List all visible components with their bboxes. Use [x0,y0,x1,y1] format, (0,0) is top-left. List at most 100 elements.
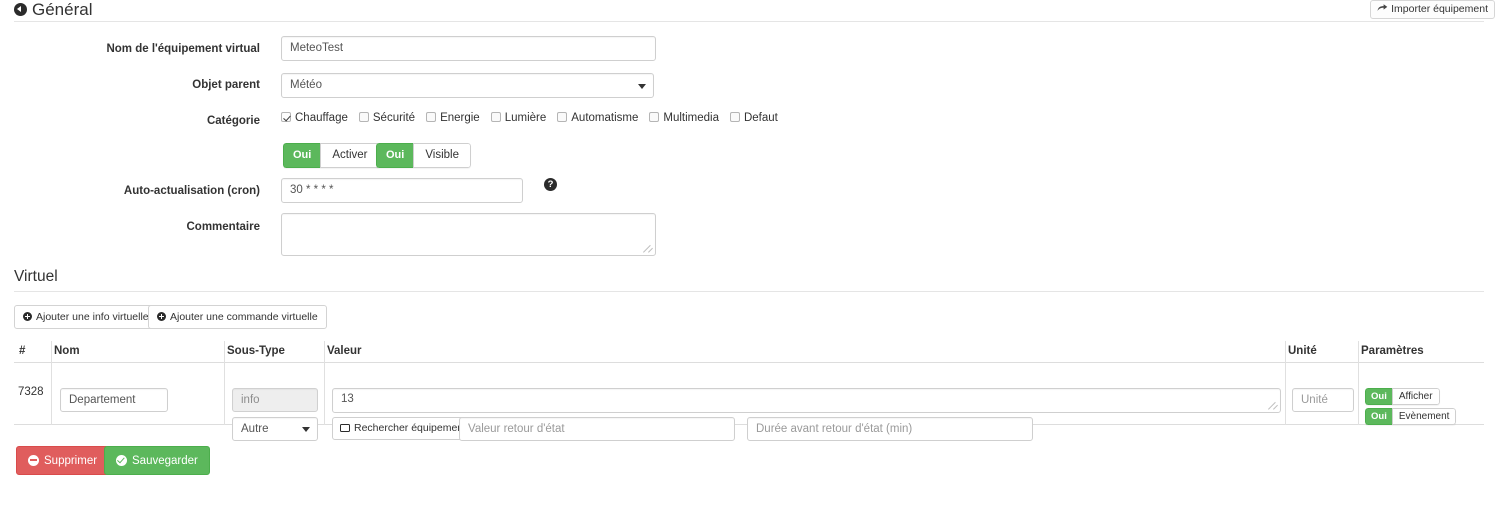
name-label: Nom de l'équipement virtual [106,43,260,55]
column-divider [51,341,52,363]
page-header: Général Importer équipement [0,0,1497,22]
save-button[interactable]: Sauvegarder [104,446,210,475]
column-header-unite: Unité [1288,345,1317,357]
column-divider [224,363,225,425]
checkbox-automatisme[interactable] [557,112,568,122]
name-input[interactable]: MeteoTest [281,36,656,61]
add-virtual-command-button[interactable]: Ajouter une commande virtuelle [148,305,327,329]
row-value-text: 13 [341,393,354,405]
table-header-row: # Nom Sous-Type Valeur Unité Paramètres [14,341,1484,363]
comment-label: Commentaire [186,221,261,233]
back-circle-icon[interactable] [14,3,27,16]
column-header-parametres: Paramètres [1361,345,1424,357]
category-item-lumiere[interactable]: Lumière [490,112,547,124]
column-header-id: # [19,345,26,357]
category-item-securite[interactable]: Sécurité [358,112,416,124]
question-mark-icon[interactable]: ? [544,178,557,191]
category-label-energie: Energie [440,112,480,124]
toggle-visible[interactable]: Oui Visible [376,143,472,168]
category-item-multimedia[interactable]: Multimedia [649,112,719,124]
column-header-soustype: Sous-Type [227,345,285,357]
toggle-activer[interactable]: Oui Activer [283,143,380,168]
column-divider [1358,341,1359,363]
category-item-energie[interactable]: Energie [426,112,480,124]
return-value-input[interactable]: Valeur retour d'état [459,417,735,441]
category-label-defaut: Defaut [743,112,778,124]
import-equipment-button[interactable]: Importer équipement [1370,0,1495,19]
category-item-chauffage[interactable]: Chauffage [281,112,348,124]
plus-circle-icon [23,312,32,321]
comment-textarea[interactable] [281,213,656,256]
checkbox-lumiere[interactable] [490,112,501,122]
chevron-down-icon [638,83,646,89]
cron-label: Auto-actualisation (cron) [123,185,260,197]
toggle-visible-label[interactable]: Visible [413,143,472,168]
param-toggle-afficher[interactable]: Oui Afficher [1365,388,1440,405]
column-divider [1285,341,1286,363]
column-divider [1358,363,1359,425]
virtuel-section-divider [14,291,1484,292]
save-button-label: Sauvegarder [132,455,198,467]
toggle-visible-on[interactable]: Oui [376,143,414,168]
column-divider [224,341,225,363]
plus-circle-icon [157,312,166,321]
category-label: Catégorie [206,115,260,127]
category-label-chauffage: Chauffage [295,112,348,124]
row-value-textarea[interactable]: 13 [332,388,1281,413]
search-equipment-label: Rechercher équipement [354,422,467,434]
row-subtype-select-value: Autre [241,423,269,435]
virtual-commands-table: # Nom Sous-Type Valeur Unité Paramètres … [14,341,1484,441]
search-equipment-button[interactable]: Rechercher équipement [332,417,475,440]
share-arrow-icon [1377,3,1388,15]
category-item-defaut[interactable]: Defaut [729,112,778,124]
delete-button-label: Supprimer [44,455,98,467]
import-equipment-label: Importer équipement [1391,3,1488,15]
column-header-nom: Nom [54,345,80,357]
toggle-activer-label[interactable]: Activer [320,143,380,168]
param-toggle-evenement[interactable]: Oui Evènement [1365,408,1457,425]
checkbox-multimedia[interactable] [649,112,660,122]
param-evenement-on[interactable]: Oui [1365,408,1392,425]
checkbox-defaut[interactable] [729,112,740,122]
category-item-automatisme[interactable]: Automatisme [557,112,638,124]
page-title: Général [14,0,92,20]
column-header-valeur: Valeur [327,345,362,357]
checkbox-energie[interactable] [426,112,437,122]
checkbox-securite[interactable] [358,112,369,122]
add-virtual-info-label: Ajouter une info virtuelle [36,311,149,323]
minus-circle-icon [28,454,39,466]
parent-object-label: Objet parent [192,79,260,91]
resize-grip-icon[interactable] [1268,400,1279,411]
row-name-input[interactable]: Departement [60,388,168,412]
param-afficher-label[interactable]: Afficher [1391,388,1440,405]
header-divider [14,21,1484,22]
equipment-edit-page: Général Importer équipement Nom de l'équ… [0,0,1497,512]
category-checkbox-group: Chauffage Sécurité Energie Lumière Automatis… [281,111,778,124]
parent-object-select[interactable]: Météo [281,73,654,98]
table-row: 7328 Departement info Autre 13 Recherche… [14,363,1484,441]
row-id: 7328 [18,386,44,398]
checkbox-chauffage[interactable] [281,112,291,122]
delete-button[interactable]: Supprimer [16,446,110,475]
virtuel-section-title: Virtuel [14,268,58,285]
monitor-icon [340,424,350,432]
unit-input[interactable]: Unité [1292,388,1354,412]
category-label-securite: Sécurité [372,112,416,124]
toggle-activer-on[interactable]: Oui [283,143,321,168]
return-duration-input[interactable]: Durée avant retour d'état (min) [747,417,1033,441]
param-evenement-label[interactable]: Evènement [1391,408,1457,425]
page-title-text: Général [32,0,93,19]
column-divider [324,341,325,363]
category-label-lumiere: Lumière [504,112,547,124]
resize-grip-icon[interactable] [643,243,654,254]
cron-input[interactable]: 30 * * * * [281,178,523,203]
column-divider [324,363,325,425]
category-label-multimedia: Multimedia [663,112,719,124]
param-afficher-on[interactable]: Oui [1365,388,1392,405]
column-divider [51,363,52,425]
row-subtype-select[interactable]: Autre [232,417,318,441]
parent-object-value: Météo [290,79,322,91]
add-virtual-info-button[interactable]: Ajouter une info virtuelle [14,305,158,329]
row-subtype-display: info [232,388,318,412]
chevron-down-icon [302,427,310,432]
